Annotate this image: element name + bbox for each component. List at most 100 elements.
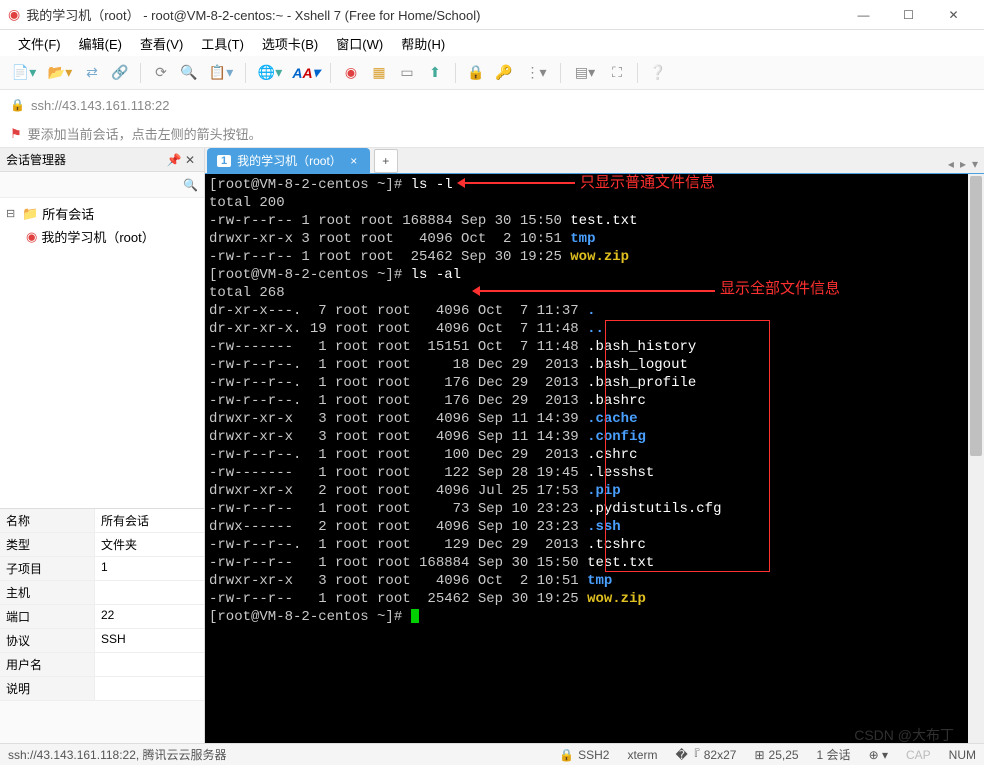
fullscreen-button[interactable]: ⛶	[605, 61, 629, 85]
addressbar[interactable]: 🔒 ssh://43.143.161.118:22	[0, 90, 984, 120]
link-button[interactable]: 🔗	[108, 61, 132, 85]
property-key: 用户名	[0, 653, 95, 676]
property-value: 所有会话	[95, 509, 204, 532]
globe-button[interactable]: 🌐▾	[254, 61, 286, 85]
property-value	[95, 677, 204, 700]
property-value	[95, 581, 204, 604]
tab-active[interactable]: 1 我的学习机（root） ×	[207, 148, 370, 173]
menubar: 文件(F) 编辑(E) 查看(V) 工具(T) 选项卡(B) 窗口(W) 帮助(…	[0, 30, 984, 56]
tab-add-button[interactable]: +	[374, 149, 398, 173]
menu-edit[interactable]: 编辑(E)	[73, 31, 128, 56]
titlebar: ◉ 我的学习机（root） - root@VM-8-2-centos:~ - X…	[0, 0, 984, 30]
tab-number: 1	[217, 155, 231, 167]
tree-session-label: 我的学习机（root）	[41, 227, 154, 246]
hint-text: 要添加当前会话，点击左侧的箭头按钮。	[28, 124, 262, 143]
tabbar: 1 我的学习机（root） × + ◂ ▸ ▾	[205, 148, 984, 174]
property-row: 名称所有会话	[0, 509, 204, 533]
statusbar: ssh://43.143.161.118:22, 腾讯云云服务器 🔒SSH2 x…	[0, 743, 984, 765]
maximize-button[interactable]: ☐	[886, 1, 931, 29]
key-button[interactable]: 🔑	[492, 61, 516, 85]
help-button[interactable]: ❔	[646, 61, 670, 85]
menu-tabs[interactable]: 选项卡(B)	[256, 31, 324, 56]
font-button[interactable]: AA▾	[290, 61, 322, 85]
property-key: 子项目	[0, 557, 95, 580]
swirl-button[interactable]: ◉	[339, 61, 363, 85]
property-row: 主机	[0, 581, 204, 605]
terminal[interactable]: [root@VM-8-2-centos ~]# ls -l total 200 …	[205, 174, 984, 743]
property-row: 类型文件夹	[0, 533, 204, 557]
property-row: 说明	[0, 677, 204, 701]
session-tree: ⊟ 📁 所有会话 ◉ 我的学习机（root）	[0, 198, 204, 508]
app-icon: ◉	[8, 6, 20, 23]
status-size: �『 82x27	[675, 746, 736, 763]
status-cursor: ⊞ 25,25	[754, 748, 798, 762]
property-value: 文件夹	[95, 533, 204, 556]
options-button[interactable]: ⋮▾	[520, 61, 552, 85]
scrollthumb[interactable]	[970, 176, 982, 456]
menu-file[interactable]: 文件(F)	[12, 31, 67, 56]
property-key: 主机	[0, 581, 95, 604]
pin-button[interactable]: 📌	[166, 153, 182, 167]
property-row: 协议SSH	[0, 629, 204, 653]
property-row: 端口22	[0, 605, 204, 629]
status-cap: CAP	[906, 748, 931, 762]
reconnect-button[interactable]: ⟳	[149, 61, 173, 85]
flag-icon: ⚑	[10, 126, 22, 142]
window-title: 我的学习机（root） - root@VM-8-2-centos:~ - Xsh…	[26, 5, 841, 24]
status-termtype: xterm	[627, 748, 657, 762]
hintbar: ⚑ 要添加当前会话，点击左侧的箭头按钮。	[0, 120, 984, 148]
property-key: 类型	[0, 533, 95, 556]
search-button[interactable]: 🔍	[177, 61, 201, 85]
transfer-button[interactable]: ⇄	[80, 61, 104, 85]
folder-icon: 📁	[22, 206, 38, 222]
tab-menu-button[interactable]: ▾	[970, 155, 980, 173]
property-value	[95, 653, 204, 676]
status-protocol: 🔒SSH2	[559, 748, 609, 762]
menu-help[interactable]: 帮助(H)	[395, 31, 451, 56]
status-sessions: 1 会话	[817, 746, 851, 763]
property-value: 1	[95, 557, 204, 580]
property-row: 用户名	[0, 653, 204, 677]
lock-button[interactable]: 🔒	[464, 61, 488, 85]
new-button[interactable]: 📄▾	[8, 61, 40, 85]
copy-button[interactable]: 📋▾	[205, 61, 237, 85]
tab-next-button[interactable]: ▸	[958, 155, 968, 173]
sidebar-close-button[interactable]: ✕	[182, 153, 198, 167]
view-button[interactable]: ▤▾	[569, 61, 601, 85]
menu-tools[interactable]: 工具(T)	[195, 31, 250, 56]
property-key: 端口	[0, 605, 95, 628]
content-area: 1 我的学习机（root） × + ◂ ▸ ▾ [root@VM-8-2-cen…	[205, 148, 984, 743]
tab-label: 我的学习机（root）	[237, 152, 342, 169]
close-button[interactable]: ✕	[931, 1, 976, 29]
status-connection: ssh://43.143.161.118:22, 腾讯云云服务器	[8, 746, 227, 763]
scrollbar[interactable]	[968, 174, 984, 743]
tab-prev-button[interactable]: ◂	[946, 155, 956, 173]
property-key: 说明	[0, 677, 95, 700]
properties-panel: 名称所有会话类型文件夹子项目1主机端口22协议SSH用户名说明	[0, 508, 204, 701]
property-value: 22	[95, 605, 204, 628]
status-num: NUM	[949, 748, 976, 762]
menu-window[interactable]: 窗口(W)	[330, 31, 389, 56]
tree-root[interactable]: ⊟ 📁 所有会话	[6, 202, 198, 225]
tab-close-button[interactable]: ×	[348, 154, 360, 168]
toolbar: 📄▾ 📂▾ ⇄ 🔗 ⟳ 🔍 📋▾ 🌐▾ AA▾ ◉ ▦ ▭ ⬆ 🔒 🔑 ⋮▾ ▤…	[0, 56, 984, 90]
property-key: 名称	[0, 509, 95, 532]
address-text: ssh://43.143.161.118:22	[31, 98, 170, 113]
search-icon: 🔍	[183, 178, 198, 192]
property-row: 子项目1	[0, 557, 204, 581]
minimize-button[interactable]: —	[841, 1, 886, 29]
tree-session[interactable]: ◉ 我的学习机（root）	[26, 225, 198, 248]
collapse-icon[interactable]: ⊟	[6, 207, 18, 220]
session-icon: ◉	[26, 229, 37, 245]
status-more[interactable]: ⊕ ▾	[869, 748, 888, 762]
grid-button[interactable]: ▦	[367, 61, 391, 85]
open-button[interactable]: 📂▾	[44, 61, 76, 85]
sidebar-search[interactable]: 🔍	[0, 172, 204, 198]
property-key: 协议	[0, 629, 95, 652]
sidebar-header: 会话管理器 📌 ✕	[0, 148, 204, 172]
panel-button[interactable]: ▭	[395, 61, 419, 85]
property-value: SSH	[95, 629, 204, 652]
upload-button[interactable]: ⬆	[423, 61, 447, 85]
sidebar: 会话管理器 📌 ✕ 🔍 ⊟ 📁 所有会话 ◉ 我的学习机（root） 名称所有会…	[0, 148, 205, 743]
menu-view[interactable]: 查看(V)	[134, 31, 189, 56]
